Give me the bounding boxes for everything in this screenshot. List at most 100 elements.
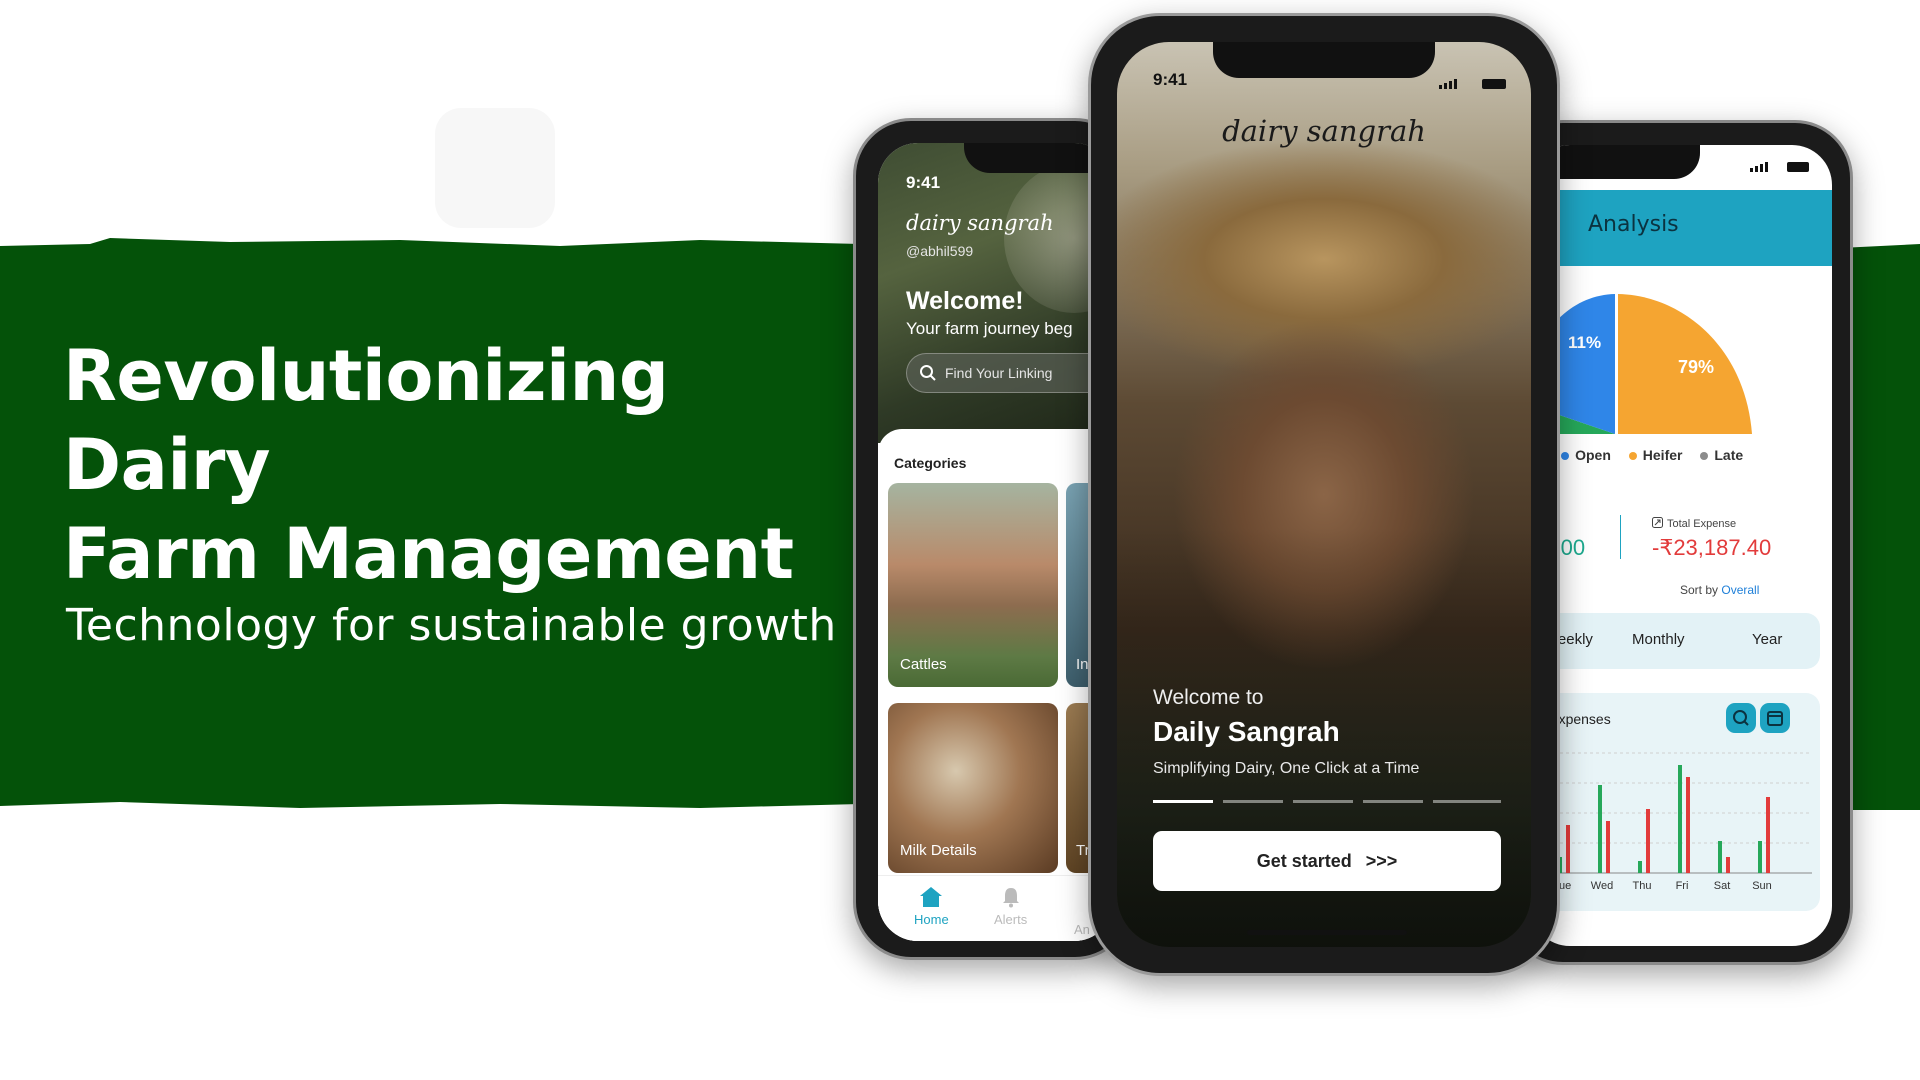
period-tabs: Weekly Monthly Year <box>1530 613 1820 669</box>
app-logo: dairy sangrah <box>1222 114 1426 148</box>
welcome-label: Welcome to <box>1153 686 1264 709</box>
expense-label-text: Total Expense <box>1667 518 1737 530</box>
onboarding-step-5 <box>1433 800 1501 803</box>
brand-tagline: Simplifying Dairy, One Click at a Time <box>1153 760 1420 777</box>
expense-value: -₹23,187.40 <box>1652 535 1772 560</box>
pie-legend: nt Open Heifer Late <box>1530 447 1743 463</box>
chart-x-labels: Tue Wed Thu Fri Sat Sun <box>1553 880 1772 892</box>
headline-line-2: Farm Management <box>63 513 794 595</box>
nav-item-alerts[interactable]: Alerts <box>994 886 1027 927</box>
nav-label-home: Home <box>914 912 949 927</box>
bar-sat-green <box>1718 841 1722 873</box>
welcome-title: Welcome! <box>906 287 1024 315</box>
bar-sat-red <box>1726 857 1730 873</box>
chart-bars <box>1536 765 1770 873</box>
onboarding-step-2 <box>1223 800 1283 803</box>
legend-item-open: Open <box>1575 447 1611 463</box>
bell-icon <box>1002 888 1019 908</box>
onboarding-step-4 <box>1363 800 1423 803</box>
legend-item-late: Late <box>1714 447 1744 463</box>
analysis-screen: Analysis 11% 79% % nt Open Heifer Late n… <box>1530 145 1832 946</box>
tile-label: Cattles <box>900 656 947 673</box>
chevrons-right-icon: >>> <box>1365 850 1398 871</box>
tile-label: Milk Details <box>900 842 977 859</box>
nav-item-home[interactable]: Home <box>914 886 949 927</box>
brand-name: Daily Sangrah <box>1153 716 1340 747</box>
tab-year[interactable]: Year <box>1752 631 1782 648</box>
battery-icon <box>1786 162 1809 172</box>
search-input[interactable]: Find Your Linking <box>906 353 1114 393</box>
nav-label-alerts: Alerts <box>994 912 1028 927</box>
x-tick-label: Fri <box>1676 880 1689 892</box>
headline-line-1: Revolutionizing Dairy <box>63 335 669 506</box>
farmer-photo <box>1117 42 1531 947</box>
bar-fri-red <box>1686 777 1690 873</box>
bar-sun-green <box>1758 841 1762 873</box>
search-icon <box>1733 710 1749 726</box>
welcome-screen: 9:41 dairy sangrah Welcome to Daily Sang… <box>1117 42 1531 947</box>
x-tick-label: Sun <box>1752 880 1772 892</box>
sort-control[interactable]: Sort by Overall <box>1680 583 1759 597</box>
status-icons <box>1750 157 1809 177</box>
signal-icon <box>1750 162 1768 172</box>
herd-pie-chart: 11% 79% % <box>1530 294 1752 434</box>
expense-label: Total Expense <box>1652 517 1736 530</box>
tile-label: In <box>1076 656 1089 673</box>
tab-monthly[interactable]: Monthly <box>1632 631 1685 648</box>
onboarding-step-3 <box>1293 800 1353 803</box>
bar-thu-green <box>1638 861 1642 873</box>
bottom-nav: Home Alerts An <box>878 875 1114 941</box>
welcome-subtitle: Your farm journey beg <box>906 319 1073 338</box>
pie-label-heifer: 79% <box>1678 357 1714 377</box>
home-body: Categories Cattles In Milk Details Tr Ho… <box>878 429 1114 941</box>
hero-headline: Revolutionizing Dairy Farm Management <box>63 332 843 599</box>
calendar-button[interactable] <box>1760 703 1790 733</box>
bar-wed-red <box>1606 821 1610 873</box>
get-started-label: Get started <box>1256 850 1352 871</box>
username: @abhil599 <box>906 243 974 259</box>
nav-label-third: An <box>1074 922 1090 937</box>
x-tick-label: Wed <box>1591 880 1613 892</box>
nav-item-third[interactable]: An <box>1074 922 1090 937</box>
category-tile-cattles[interactable]: Cattles <box>888 483 1058 687</box>
placeholder-tile <box>435 108 555 228</box>
app-logo: dairy sangrah <box>906 211 1054 235</box>
bar-wed-green <box>1598 785 1602 873</box>
x-tick-label: Thu <box>1633 880 1652 892</box>
status-time: 9:41 <box>906 173 941 192</box>
legend-dot-late <box>1700 452 1709 461</box>
search-icon <box>920 365 936 381</box>
status-time: 9:41 <box>1153 70 1188 89</box>
bar-thu-red <box>1646 809 1650 873</box>
search-button[interactable] <box>1726 703 1756 733</box>
expenses-card: & Expenses Tue Wed Thu Fri Sat Sun <box>1530 693 1820 911</box>
calendar-icon <box>1767 711 1783 726</box>
home-indicator <box>1247 930 1407 935</box>
get-started-button[interactable]: Get started >>> <box>1153 831 1501 891</box>
legend-dot-heifer <box>1628 452 1637 461</box>
battery-icon <box>1481 79 1506 89</box>
hero-subheadline: Technology for sustainable growth <box>66 600 837 651</box>
chart-grid <box>1534 752 1812 874</box>
signal-icon <box>1439 79 1457 89</box>
pie-label-open: 11% <box>1568 333 1601 352</box>
legend-item-heifer: Heifer <box>1642 447 1683 463</box>
export-icon <box>1652 517 1663 528</box>
home-icon <box>920 887 943 907</box>
phone-welcome-screen: 9:41 dairy sangrah Welcome to Daily Sang… <box>1088 13 1560 976</box>
bar-fri-green <box>1678 765 1682 873</box>
sort-prefix: Sort by <box>1680 583 1719 597</box>
category-tile-milk-details[interactable]: Milk Details <box>888 703 1058 873</box>
x-tick-label: Sat <box>1714 880 1731 892</box>
expenses-bar-chart: Tue Wed Thu Fri Sat Sun <box>1534 752 1812 892</box>
categories-title: Categories <box>894 455 967 471</box>
onboarding-step-1 <box>1153 800 1213 803</box>
legend-dot-open <box>1561 452 1570 461</box>
status-icons <box>1439 74 1506 94</box>
search-placeholder: Find Your Linking <box>945 365 1053 381</box>
sort-value: Overall <box>1721 583 1760 597</box>
bar-tue-red <box>1566 825 1570 873</box>
analysis-header: Analysis <box>1530 190 1832 266</box>
home-screen: 9:41 dairy sangrah @abhil599 Welcome! Yo… <box>878 143 1114 941</box>
bar-sun-red <box>1766 797 1770 873</box>
